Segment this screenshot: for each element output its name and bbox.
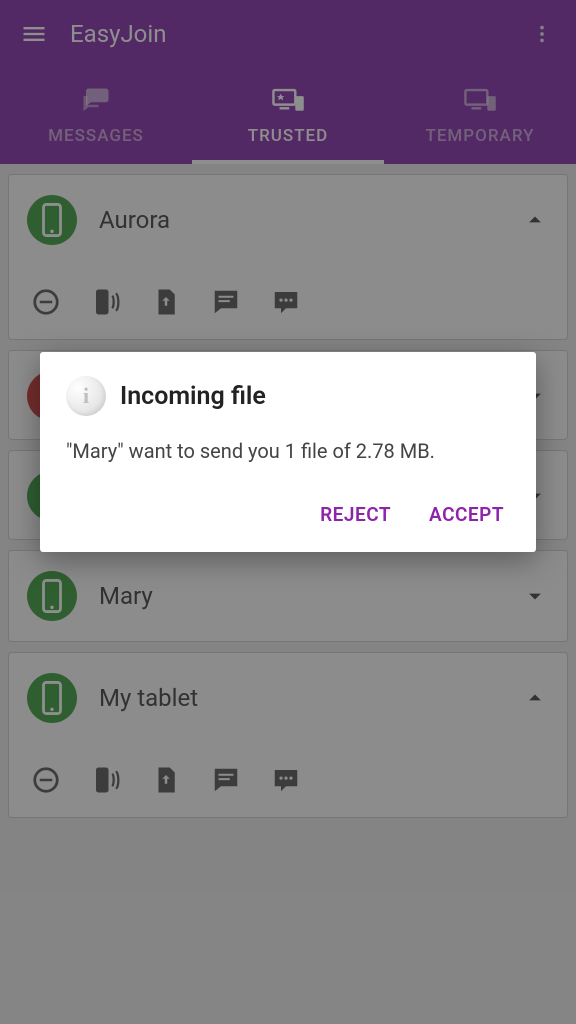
accept-button[interactable]: ACCEPT bbox=[423, 493, 510, 536]
dialog-message: "Mary" want to send you 1 file of 2.78 M… bbox=[66, 438, 510, 465]
info-icon: i bbox=[66, 376, 106, 416]
incoming-file-dialog: i Incoming file "Mary" want to send you … bbox=[40, 352, 536, 552]
reject-button[interactable]: REJECT bbox=[314, 493, 397, 536]
dialog-title: Incoming file bbox=[120, 382, 266, 411]
